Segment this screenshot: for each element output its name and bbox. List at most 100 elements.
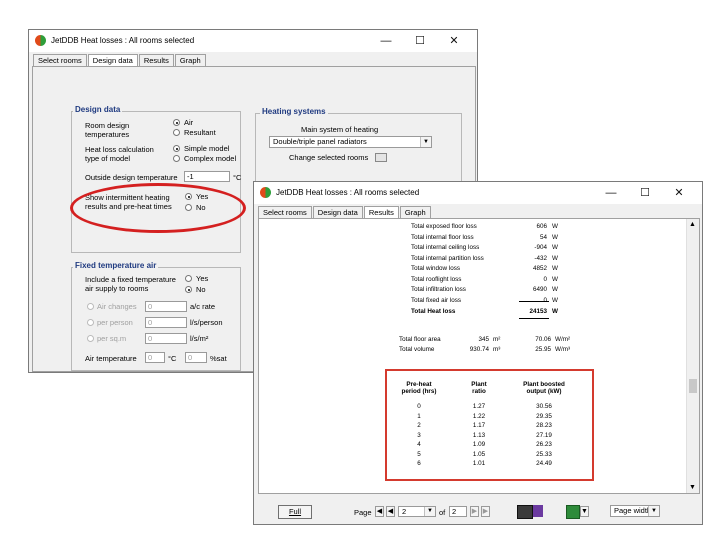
fixed-air-yes-radio[interactable]: [185, 275, 192, 282]
loss-value: 606: [536, 223, 547, 230]
volume-value: 930.74: [469, 346, 489, 353]
per-person-unit: l/s/person: [190, 318, 223, 327]
temp-air-radio[interactable]: [173, 119, 180, 126]
print-icon[interactable]: [517, 505, 533, 519]
back-titlebar: JetDDB Heat losses : All rooms selected …: [29, 30, 477, 52]
print-setup-icon[interactable]: [533, 505, 543, 517]
last-page-icon[interactable]: ▶: [481, 506, 490, 517]
loss-unit: W: [552, 223, 558, 230]
air-changes-input[interactable]: 0: [145, 301, 187, 312]
loss-value: -432: [534, 254, 547, 262]
close-icon[interactable]: ✕: [437, 33, 471, 49]
preheat-cell: 1.17: [472, 422, 486, 429]
report-scrollbar[interactable]: ▲ ▼: [686, 219, 699, 493]
outside-temp-input[interactable]: -1: [184, 171, 230, 182]
loss-label: Total internal ceiling loss: [411, 244, 480, 251]
loss-label: Total infiltration loss: [411, 286, 466, 293]
sat-input[interactable]: 0: [185, 352, 207, 363]
air-changes-unit: a/c rate: [190, 302, 216, 311]
design-data-title: Design data: [73, 105, 123, 114]
maximize-icon[interactable]: ☐: [403, 33, 437, 49]
per-person-radio[interactable]: [87, 319, 94, 326]
per-sqm-radio[interactable]: [87, 335, 94, 342]
full-button[interactable]: Full: [278, 505, 312, 519]
preheat-cell: 29.35: [536, 412, 552, 420]
scroll-up-icon[interactable]: ▲: [689, 221, 696, 228]
loss-label: Total exposed floor loss: [411, 223, 477, 230]
loss-value: 54: [539, 233, 547, 241]
scroll-down-icon[interactable]: ▼: [689, 484, 696, 491]
per-person-input[interactable]: 0: [145, 317, 187, 328]
chevron-down-icon[interactable]: ▼: [424, 507, 435, 516]
loss-label: Total internal partition loss: [411, 254, 484, 262]
front-titlebar: JetDDB Heat losses : All rooms selected …: [254, 182, 702, 204]
floor-area-value: 345: [478, 336, 489, 343]
preheat-cell: 1.01: [472, 460, 486, 467]
sat-unit: %sat: [210, 354, 227, 363]
export-dropdown-icon[interactable]: ▼: [580, 506, 589, 517]
preheat-cell: 0: [417, 403, 421, 410]
preheat-header-period: Pre-heat period (hrs): [401, 381, 437, 395]
chevron-down-icon[interactable]: ▼: [420, 137, 431, 147]
page-count: 2: [449, 506, 467, 517]
preheat-cell: 2: [417, 422, 421, 429]
complex-model-radio[interactable]: [173, 155, 180, 162]
simple-model-label: Simple model: [184, 144, 230, 153]
preheat-header-output: Plant boosted output (kW): [523, 381, 565, 395]
loss-unit: W: [552, 254, 558, 262]
loss-label: Total rooflight loss: [411, 275, 462, 283]
heating-systems-title: Heating systems: [260, 107, 328, 116]
zoom-value: Page width: [614, 506, 652, 515]
close-icon[interactable]: ✕: [662, 185, 696, 201]
loss-value: 4852: [532, 265, 547, 272]
minimize-icon[interactable]: —: [594, 185, 628, 201]
outside-temp-label: Outside design temperature: [85, 173, 178, 182]
main-system-label: Main system of heating: [301, 125, 379, 134]
minimize-icon[interactable]: —: [369, 33, 403, 49]
per-sqm-input[interactable]: 0: [145, 333, 187, 344]
scroll-thumb[interactable]: [689, 379, 697, 393]
main-system-select[interactable]: Double/triple panel radiators ▼: [269, 136, 432, 148]
export-icon[interactable]: [566, 505, 580, 519]
first-page-icon[interactable]: ◀: [375, 506, 384, 517]
complex-model-label: Complex model: [184, 154, 237, 163]
simple-model-radio[interactable]: [173, 145, 180, 152]
chevron-down-icon[interactable]: ▼: [648, 506, 659, 516]
fixed-air-title: Fixed temperature air: [73, 261, 159, 270]
fixed-air-no-label: No: [196, 285, 206, 294]
preheat-cell: 1.27: [472, 403, 486, 410]
fixed-air-no-radio[interactable]: [185, 286, 192, 293]
total-value: 24153: [529, 308, 547, 315]
preheat-cell: 26.23: [536, 441, 552, 448]
air-temperature-input[interactable]: 0: [145, 352, 165, 363]
temp-resultant-radio[interactable]: [173, 129, 180, 136]
preheat-cell: 24.49: [536, 460, 552, 467]
preheat-cell: 1.22: [472, 412, 486, 420]
app-icon: [260, 187, 271, 198]
zoom-select[interactable]: Page width ▼: [610, 505, 660, 517]
volume-unit: m³: [493, 346, 501, 353]
front-window: JetDDB Heat losses : All rooms selected …: [253, 181, 703, 525]
per-person-label: per person: [97, 318, 133, 327]
change-rooms-button[interactable]: [375, 153, 387, 162]
volume-label: Total volume: [399, 346, 435, 353]
prev-page-icon[interactable]: ◀: [386, 506, 395, 517]
change-rooms-label: Change selected rooms: [289, 153, 369, 162]
preheat-cell: 5: [417, 450, 421, 458]
preheat-cell: 25.33: [536, 450, 552, 458]
floor-area-value2: 70.06: [535, 336, 551, 343]
page-select[interactable]: 2 ▼: [398, 506, 436, 517]
include-fixed-air-label: Include a fixed temperature air supply t…: [85, 275, 176, 293]
loss-unit: W: [552, 296, 558, 304]
maximize-icon[interactable]: ☐: [628, 185, 662, 201]
floor-area-unit: m²: [493, 336, 501, 343]
preheat-cell: 1: [417, 412, 421, 420]
preheat-cell: 6: [417, 460, 421, 467]
loss-value: 0: [543, 296, 547, 304]
preheat-cell: 1.05: [472, 450, 486, 458]
preheat-cell: 27.19: [536, 431, 552, 439]
preheat-header-ratio: Plant ratio: [471, 381, 487, 395]
next-page-icon[interactable]: ▶: [470, 506, 479, 517]
of-label: of: [439, 508, 446, 517]
air-changes-radio[interactable]: [87, 303, 94, 310]
